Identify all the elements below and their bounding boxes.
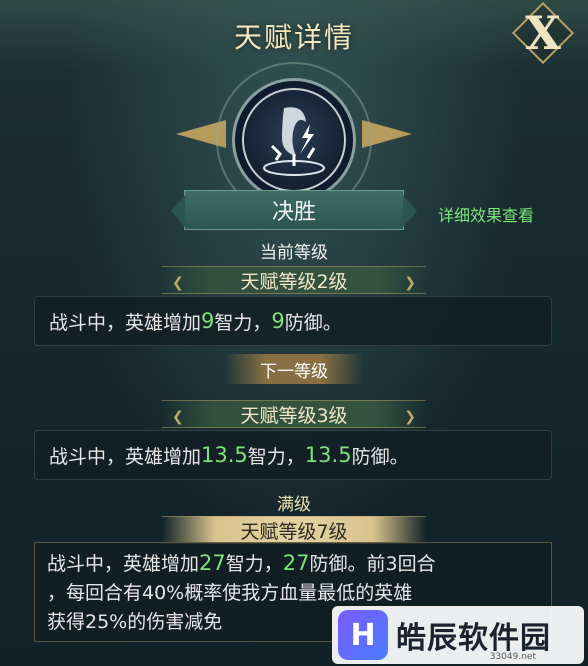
int-value: 13.5 <box>201 443 248 467</box>
site-watermark: H 皓辰软件园 33049.net <box>332 606 584 664</box>
banner-tail-left <box>171 195 185 227</box>
int-value: 27 <box>199 551 226 575</box>
desc-text: 战斗中，英雄增加 <box>49 445 202 468</box>
close-icon: X <box>525 6 561 60</box>
chevron-left-icon: ❮ <box>172 275 184 291</box>
max-desc-line-1: 战斗中，英雄增加27智力，27防御。前3回合 <box>47 549 539 579</box>
watermark-text: 皓辰软件园 <box>396 621 551 656</box>
desc-text: 战斗中，英雄增加 <box>49 311 202 334</box>
def-value: 9 <box>271 309 285 333</box>
watermark-logo-icon: H <box>338 610 388 660</box>
desc-text: 智力， <box>247 445 305 468</box>
watermark-url: 33049.net <box>489 652 536 662</box>
desc-text: 战斗中，英雄增加 <box>47 553 200 575</box>
next-level-label: 下一等级 <box>224 354 364 384</box>
banner-tail-right <box>403 195 417 227</box>
next-level-bar: ❮ 天赋等级3级 ❯ <box>162 400 426 428</box>
next-level-description: 战斗中，英雄增加 13.5 智力， 13.5 防御。 <box>34 430 552 480</box>
chevron-right-icon: ❯ <box>404 409 416 425</box>
def-value: 27 <box>282 551 310 575</box>
current-level-title: 天赋等级2级 <box>240 270 348 293</box>
desc-text: 防御。 <box>351 445 409 468</box>
int-value: 9 <box>201 309 215 333</box>
lightning-shield-icon <box>263 107 325 176</box>
desc-text: 防御。 <box>284 311 342 334</box>
max-level-label: 满级 <box>277 495 311 515</box>
next-level-label-text: 下一等级 <box>260 361 328 382</box>
talent-name-banner: 决胜 <box>171 190 417 230</box>
current-level-label: 当前等级 <box>260 243 328 263</box>
chevron-right-icon: ❯ <box>404 275 416 291</box>
next-level-title: 天赋等级3级 <box>240 404 348 427</box>
detail-effect-link[interactable]: 详细效果查看 <box>438 202 534 226</box>
current-level-description: 战斗中，英雄增加 9 智力， 9 防御。 <box>34 296 552 346</box>
close-button[interactable]: X <box>508 1 578 65</box>
max-level-bar: 天赋等级7级 <box>162 516 426 544</box>
talent-name: 决胜 <box>271 200 316 225</box>
page-title: 天赋详情 <box>233 21 354 54</box>
max-level-title: 天赋等级7级 <box>240 520 348 543</box>
desc-text: 智力， <box>214 311 272 334</box>
current-level-bar: ❮ 天赋等级2级 ❯ <box>162 266 426 294</box>
def-value: 13.5 <box>304 443 352 467</box>
desc-text: 防御。前3回合 <box>309 553 436 575</box>
chevron-left-icon: ❮ <box>172 409 184 425</box>
max-desc-line-2: ，每回合有40%概率使我方血量最低的英雄 <box>47 582 413 604</box>
desc-text: 智力， <box>225 553 283 575</box>
